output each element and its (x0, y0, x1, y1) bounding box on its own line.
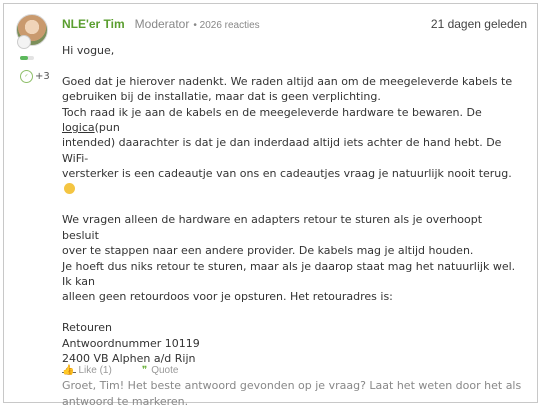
like-label: Like (1) (78, 365, 112, 376)
rank-progress-bar (20, 56, 34, 60)
rank-badge[interactable]: ✓ +3 (20, 70, 50, 83)
greeting: Hi vogue, (62, 44, 115, 57)
body-text: versterker is een cadeautje van ons en c… (62, 167, 512, 181)
body-text: (pun (94, 121, 120, 135)
body-line: over te stappen naar een andere provider… (62, 244, 474, 258)
thumbs-up-icon: 👍 (62, 365, 75, 376)
body-text: Toch raad ik je aan de kabels en de meeg… (62, 105, 482, 119)
address-line: Retouren (62, 321, 112, 335)
quote-button[interactable]: ❞ Quote (142, 365, 179, 376)
post-body: Hi vogue, Goed dat je hierover nadenkt. … (62, 43, 522, 409)
author-sidebar: ✓ +3 (16, 14, 50, 83)
body-line: gebruiken bij de installatie, maar dat i… (62, 90, 381, 104)
body-line: Toch raad ik je aan de kabels en de meeg… (62, 105, 522, 136)
like-button[interactable]: 👍 Like (1) (62, 365, 112, 376)
signature-line: antwoord te markeren. (62, 394, 189, 408)
rank-badge-count: +3 (35, 71, 50, 82)
body-line: We vragen alleen de hardware en adapters… (62, 213, 483, 242)
address-line: Antwoordnummer 10119 (62, 336, 200, 350)
rank-progress-fill (20, 56, 29, 60)
logica-link[interactable]: logica (62, 121, 95, 134)
signature-line: Groet, Tim! Het beste antwoord gevonden … (62, 379, 522, 393)
post-date[interactable]: 21 dagen geleden (431, 17, 527, 31)
avatar[interactable] (16, 14, 48, 49)
body-line: alleen geen retourdoos voor je opsturen.… (62, 290, 393, 304)
body-line: Goed dat je hierover nadenkt. We raden a… (62, 74, 513, 88)
quote-label: Quote (151, 365, 179, 376)
body-line: intended) daarachter is dat je dan inder… (62, 136, 502, 165)
post-header: NLE'er Tim Moderator • 2026 reacties 21 … (62, 17, 527, 31)
body-line: Je hoeft dus niks retour te sturen, maar… (62, 259, 516, 289)
avatar-badge-icon (17, 35, 31, 49)
reply-count: • 2026 reacties (193, 20, 260, 31)
author-role: Moderator (134, 17, 190, 31)
smiley-icon (64, 182, 75, 194)
forum-post: ✓ +3 NLE'er Tim Moderator • 2026 reactie… (3, 3, 538, 408)
quote-icon: ❞ (141, 365, 148, 376)
rank-badge-icon: ✓ (20, 70, 33, 83)
author-name[interactable]: NLE'er Tim (62, 17, 125, 31)
post-actions: 👍 Like (1) ❞ Quote (62, 365, 178, 376)
body-line: versterker is een cadeautje van ons en c… (62, 166, 522, 197)
